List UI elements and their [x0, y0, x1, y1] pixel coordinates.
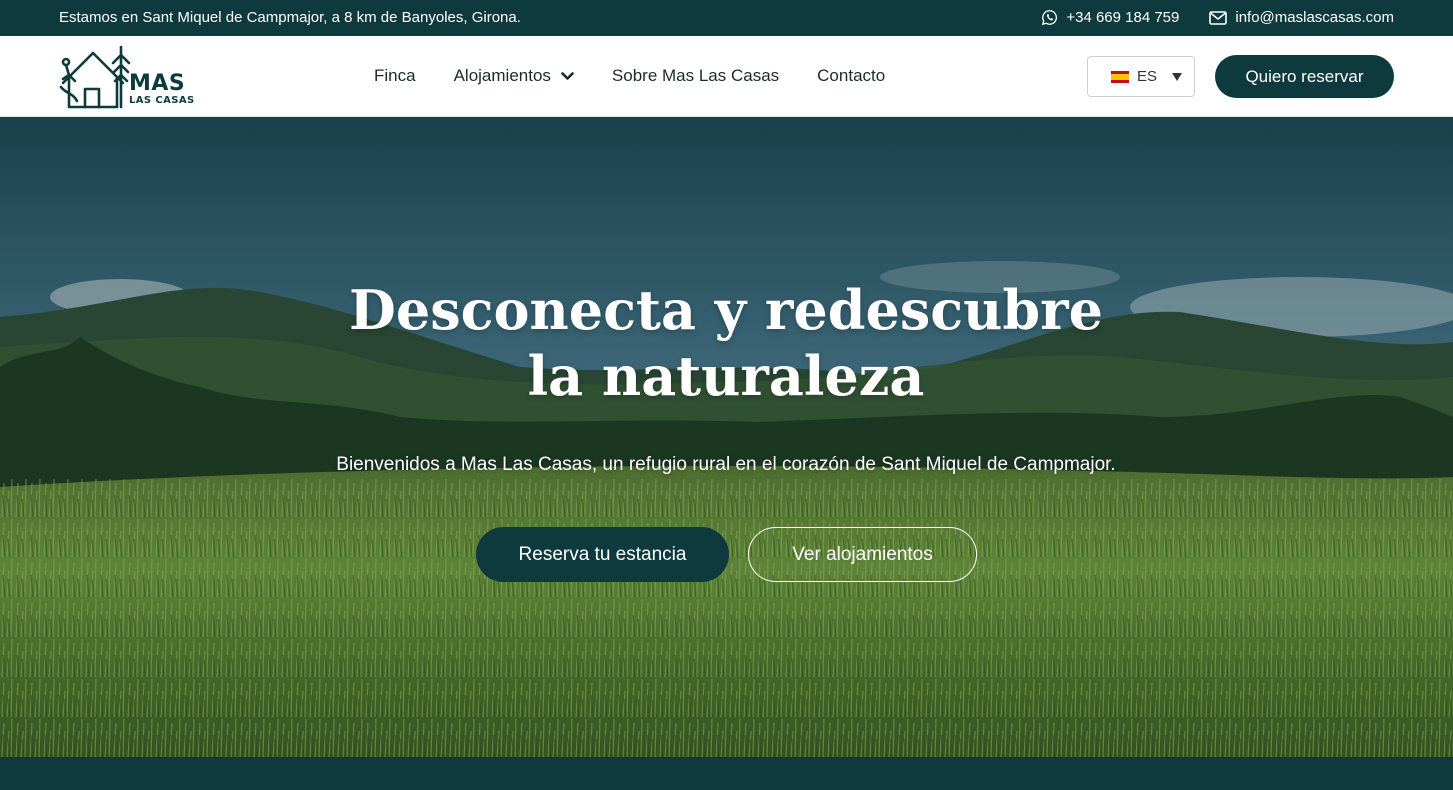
chevron-down-icon — [561, 66, 574, 86]
nav-item-contacto[interactable]: Contacto — [817, 66, 885, 86]
nav-item-label: Finca — [374, 66, 416, 85]
nav-item-label: Contacto — [817, 66, 886, 85]
hero-section: Desconecta y redescubre la naturaleza Bi… — [0, 117, 1453, 757]
phone-link[interactable]: +34 669 184 759 — [1041, 9, 1179, 26]
nav-item-sobre[interactable]: Sobre Mas Las Casas — [612, 66, 779, 86]
email-link[interactable]: info@maslascasas.com — [1209, 9, 1394, 26]
hero-landscape-image — [0, 117, 1453, 757]
language-selector[interactable]: ES — [1087, 56, 1195, 97]
spain-flag-icon — [1111, 70, 1129, 83]
top-info-bar: Estamos en Sant Miquel de Campmajor, a 8… — [0, 0, 1453, 36]
logo-wordmark: MAS LAS CASAS — [129, 71, 195, 107]
location-text: Estamos en Sant Miquel de Campmajor, a 8… — [59, 9, 521, 26]
main-nav: Finca Alojamientos Sobre Mas Las Casas C… — [374, 66, 885, 86]
reserve-stay-button[interactable]: Reserva tu estancia — [476, 527, 729, 582]
caret-down-icon — [1172, 73, 1182, 81]
site-logo[interactable]: MAS LAS CASAS — [59, 45, 199, 109]
nav-item-finca[interactable]: Finca — [374, 66, 416, 86]
next-section-strip — [0, 757, 1453, 790]
view-accommodations-button[interactable]: Ver alojamientos — [748, 527, 977, 582]
mail-icon — [1209, 10, 1228, 25]
phone-text: +34 669 184 759 — [1066, 9, 1180, 26]
house-tree-logo-icon — [59, 45, 131, 109]
contact-info: +34 669 184 759 info@maslascasas.com — [1041, 9, 1394, 26]
nav-item-label: Sobre Mas Las Casas — [611, 66, 780, 85]
hero-title: Desconecta y redescubre la naturaleza — [349, 278, 1103, 408]
site-header: MAS LAS CASAS Finca Alojamientos Sobre M… — [0, 36, 1453, 117]
hero-subtitle: Bienvenidos a Mas Las Casas, un refugio … — [336, 454, 1116, 475]
nav-item-label: Alojamientos — [453, 66, 551, 85]
book-now-button[interactable]: Quiero reservar — [1215, 55, 1394, 98]
email-text: info@maslascasas.com — [1235, 9, 1394, 26]
language-code: ES — [1137, 68, 1158, 85]
whatsapp-icon — [1041, 9, 1058, 26]
nav-item-alojamientos[interactable]: Alojamientos — [454, 66, 574, 86]
